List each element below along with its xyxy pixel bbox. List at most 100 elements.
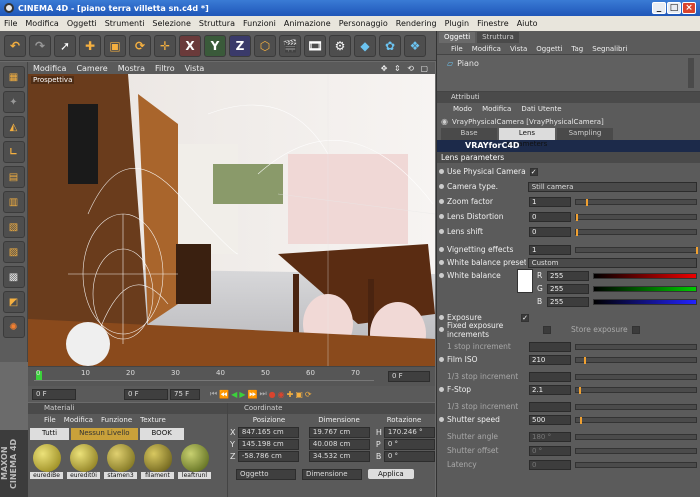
material-swatch[interactable]: eurediBe: [30, 444, 63, 479]
coord-mode-select[interactable]: Oggetto: [236, 468, 296, 480]
material-swatch[interactable]: euredit0i: [67, 444, 100, 479]
soft-selection-icon[interactable]: ✺: [2, 316, 25, 338]
third-stop-2-field[interactable]: [529, 401, 571, 412]
x-axis-icon[interactable]: X: [179, 34, 201, 57]
shutter-speed-slider[interactable]: [575, 416, 697, 424]
render-settings-icon[interactable]: ⚙: [329, 34, 351, 57]
tab-base[interactable]: Base: [441, 128, 497, 140]
latency-field[interactable]: 0: [529, 459, 571, 470]
key-scale-icon[interactable]: ▣: [295, 390, 303, 399]
fstop-field[interactable]: 2.1: [529, 384, 571, 395]
wb-b-slider[interactable]: [593, 298, 697, 305]
stop-increment-field[interactable]: [529, 341, 571, 352]
shutter-offset-field[interactable]: 0 °: [529, 445, 571, 456]
menu-strumenti[interactable]: Strumenti: [101, 19, 149, 28]
render-picture-icon[interactable]: 🎞: [304, 34, 326, 57]
camera-type-select[interactable]: Still camera: [527, 181, 697, 192]
menu-funzioni[interactable]: Funzioni: [239, 19, 280, 28]
object-list[interactable]: ▱ Piano: [437, 54, 700, 92]
deformer-icon[interactable]: ❖: [404, 34, 426, 57]
wb-b-field[interactable]: 255: [547, 296, 589, 307]
next-key-icon[interactable]: ⏩: [247, 390, 257, 399]
objects-menu-file[interactable]: File: [451, 45, 463, 53]
key-icon[interactable]: ✚: [287, 390, 294, 399]
snap-icon[interactable]: ◩: [2, 291, 25, 313]
objects-menu-oggetti[interactable]: Oggetti: [536, 45, 562, 53]
maximize-button[interactable]: □: [667, 2, 681, 14]
zoom-factor-slider[interactable]: [575, 198, 697, 206]
rotation-h-field[interactable]: 170.246 °: [383, 426, 435, 438]
attributes-menu-modo[interactable]: Modo: [453, 105, 472, 113]
film-iso-field[interactable]: 210: [529, 354, 571, 365]
cube-icon[interactable]: ◆: [354, 34, 376, 57]
use-model-tool-icon[interactable]: ▦: [2, 66, 25, 88]
autokey-icon[interactable]: ◉: [278, 390, 285, 399]
attributes-menu-dati-utente[interactable]: Dati Utente: [521, 105, 561, 113]
object-list-scrollbar[interactable]: [688, 58, 694, 88]
render-view-icon[interactable]: 🎬: [279, 34, 301, 57]
menu-personaggio[interactable]: Personaggio: [335, 19, 392, 28]
minimize-button[interactable]: _: [652, 2, 666, 14]
generator-icon[interactable]: ✿: [379, 34, 401, 57]
latency-slider[interactable]: [575, 461, 697, 468]
size-mode-select[interactable]: Dimensione: [302, 468, 362, 480]
menu-struttura[interactable]: Struttura: [195, 19, 239, 28]
menu-rendering[interactable]: Rendering: [392, 19, 441, 28]
timeline[interactable]: 0 10 20 30 40 50 60 70 0 F: [28, 366, 435, 386]
shutter-angle-slider[interactable]: [575, 433, 697, 440]
apply-button[interactable]: Applica: [368, 469, 414, 479]
play-back-icon[interactable]: ◀: [231, 390, 237, 399]
materials-tab-nessun-livello[interactable]: Nessun Livello: [71, 428, 138, 440]
go-start-icon[interactable]: ⏮: [210, 389, 217, 399]
rotation-p-field[interactable]: 0 °: [383, 438, 435, 450]
materials-tab-book[interactable]: BOOK: [139, 428, 184, 440]
redo-icon[interactable]: ↷: [29, 34, 51, 57]
position-y-field[interactable]: 145.198 cm: [237, 438, 299, 450]
viewport-menu-filtro[interactable]: Filtro: [150, 64, 180, 73]
menu-file[interactable]: File: [0, 19, 21, 28]
current-frame-field[interactable]: 0 F: [388, 371, 430, 382]
objects-menu-vista[interactable]: Vista: [510, 45, 527, 53]
vignetting-slider[interactable]: [575, 246, 698, 254]
store-exposure-checkbox[interactable]: [631, 325, 640, 334]
viewport-menu-modifica[interactable]: Modifica: [28, 64, 71, 73]
lens-distortion-field[interactable]: 0: [529, 211, 571, 222]
tab-sampling[interactable]: Sampling: [557, 128, 613, 140]
shutter-offset-slider[interactable]: [575, 447, 697, 454]
objects-menu-tag[interactable]: Tag: [571, 45, 583, 53]
close-button[interactable]: ×: [682, 2, 696, 14]
material-swatch[interactable]: stamen3: [104, 444, 137, 479]
menu-oggetti[interactable]: Oggetti: [63, 19, 101, 28]
lens-shift-field[interactable]: 0: [529, 226, 571, 237]
materials-menu-texture[interactable]: Texture: [140, 416, 166, 424]
viewport-menu-camere[interactable]: Camere: [71, 64, 112, 73]
tab-lens-parameters[interactable]: Lens parameters: [499, 128, 555, 148]
menu-modifica[interactable]: Modifica: [21, 19, 62, 28]
materials-menu-funzione[interactable]: Funzione: [101, 416, 132, 424]
tab-oggetti[interactable]: Oggetti: [439, 32, 476, 43]
list-item[interactable]: ▱ Piano: [447, 59, 479, 68]
use-physical-checkbox[interactable]: ✓: [529, 167, 538, 176]
menu-animazione[interactable]: Animazione: [280, 19, 335, 28]
wb-g-field[interactable]: 255: [547, 283, 589, 294]
menu-finestre[interactable]: Finestre: [473, 19, 513, 28]
material-swatch[interactable]: filament: [141, 444, 174, 479]
lens-distortion-slider[interactable]: [575, 213, 697, 221]
menu-selezione[interactable]: Selezione: [148, 19, 194, 28]
move-icon[interactable]: ✚: [79, 34, 101, 57]
objects-menu-segnalibri[interactable]: Segnalibri: [592, 45, 627, 53]
play-icon[interactable]: ▶: [239, 390, 245, 399]
materials-tab-tutti[interactable]: Tutti: [30, 428, 70, 440]
dimension-y-field[interactable]: 40.008 cm: [308, 438, 370, 450]
z-axis-icon[interactable]: Z: [229, 34, 251, 57]
third-stop-field[interactable]: [529, 371, 571, 382]
select-arrow-icon[interactable]: ➚: [54, 34, 76, 57]
white-balance-swatch[interactable]: [517, 269, 533, 293]
fstop-slider[interactable]: [575, 386, 697, 394]
shutter-angle-field[interactable]: 180 °: [529, 431, 571, 442]
lens-shift-slider[interactable]: [575, 228, 697, 236]
dimension-z-field[interactable]: 34.532 cm: [308, 450, 370, 462]
position-z-field[interactable]: -58.786 cm: [237, 450, 299, 462]
axis-tool-icon[interactable]: ▧: [2, 216, 25, 238]
zoom-factor-field[interactable]: 1: [529, 196, 571, 207]
